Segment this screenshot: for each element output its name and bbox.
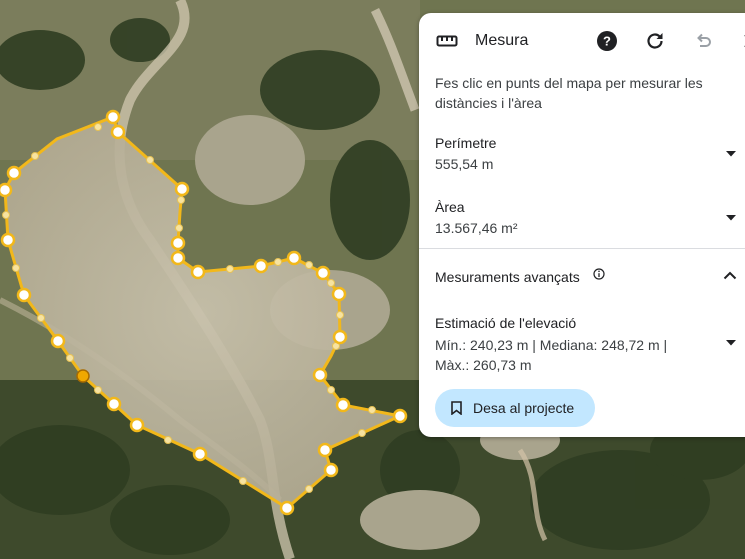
- bookmark-icon: [451, 401, 462, 415]
- chevron-down-icon[interactable]: [725, 214, 737, 222]
- close-icon[interactable]: [739, 29, 745, 53]
- svg-text:?: ?: [603, 34, 611, 49]
- elevation-values: Mín.: 240,23 m | Mediana: 248,72 m | Màx…: [435, 337, 668, 373]
- undo-icon[interactable]: [691, 29, 715, 53]
- ruler-icon: [436, 35, 458, 47]
- info-icon[interactable]: [593, 268, 605, 280]
- save-to-project-button[interactable]: Desa al projecte: [435, 389, 595, 427]
- save-to-project-label: Desa al projecte: [473, 400, 575, 416]
- instructions-text: Fes clic en punts del mapa per mesurar l…: [435, 75, 703, 111]
- panel-title: Mesura: [475, 32, 529, 49]
- perimeter-value: 555,54 m: [435, 156, 494, 172]
- advanced-measurements-label[interactable]: Mesuraments avançats: [435, 269, 580, 285]
- area-row[interactable]: Àrea 13.567,46 m²: [419, 199, 745, 251]
- perimeter-label: Perímetre: [435, 135, 497, 151]
- chevron-down-icon[interactable]: [725, 339, 737, 347]
- help-icon[interactable]: ?: [595, 29, 619, 53]
- area-value: 13.567,46 m²: [435, 220, 518, 236]
- refresh-icon[interactable]: [643, 29, 667, 53]
- panel-header: Mesura ?: [419, 13, 745, 69]
- chevron-up-icon[interactable]: [723, 271, 737, 280]
- active-vertex[interactable]: [76, 369, 90, 383]
- area-label: Àrea: [435, 199, 465, 215]
- perimeter-row[interactable]: Perímetre 555,54 m: [419, 135, 745, 187]
- chevron-down-icon[interactable]: [725, 150, 737, 158]
- elevation-label: Estimació de l'elevació: [435, 315, 577, 331]
- measure-panel: Mesura ? Fes clic en punts del mapa per …: [419, 13, 745, 437]
- divider: [419, 248, 745, 249]
